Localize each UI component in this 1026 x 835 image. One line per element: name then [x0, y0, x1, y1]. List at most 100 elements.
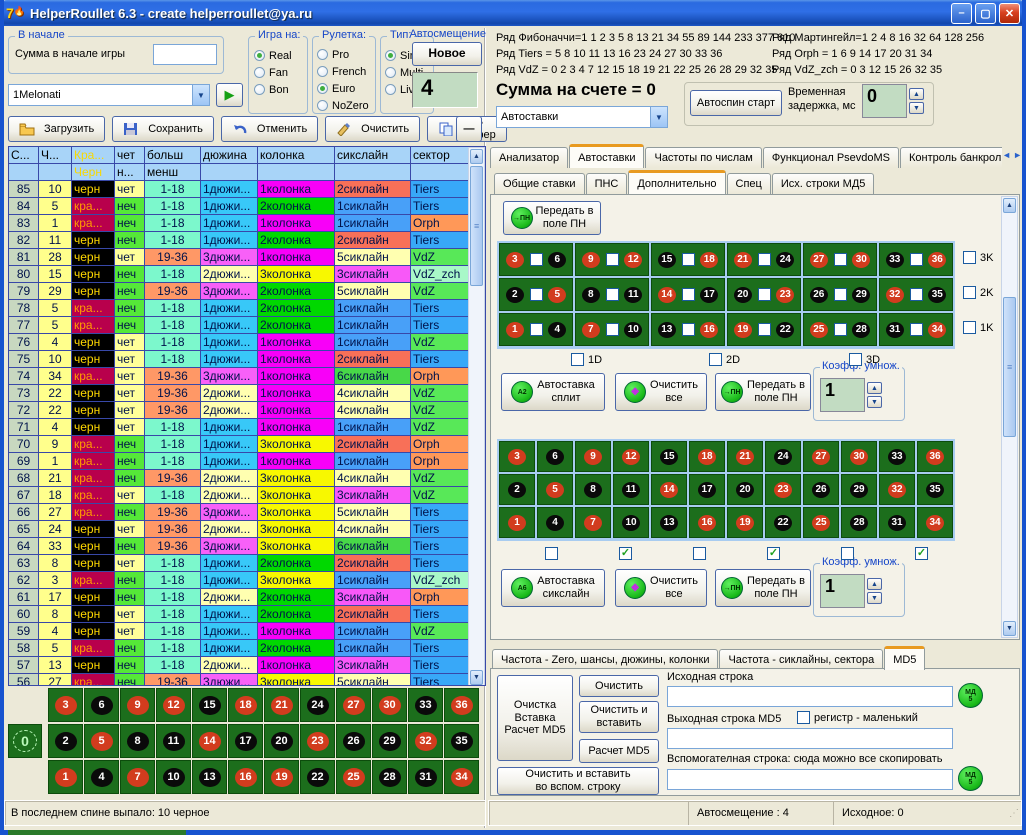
sixline-check-1[interactable] [545, 547, 558, 560]
table-scroll-thumb[interactable] [470, 166, 483, 286]
column-header[interactable]: колонка [258, 147, 335, 164]
board-cell-34[interactable]: 34 [444, 760, 479, 794]
split-checkbox-19-22[interactable] [758, 323, 771, 336]
panel-scroll-thumb[interactable] [1003, 297, 1016, 437]
board-cell-zero[interactable]: 0 [8, 724, 42, 758]
board-cell-1[interactable]: 1 [48, 760, 83, 794]
column-header[interactable]: сикслайн [335, 147, 411, 164]
отменить-button[interactable]: Отменить [221, 116, 318, 142]
board-cell-14[interactable]: 14 [192, 724, 227, 758]
subtab-спец[interactable]: Спец [727, 173, 771, 194]
game-option-bon[interactable]: Bon [254, 81, 292, 98]
table-row[interactable]: 623кра...неч1-181дюжи...3колонка1сиклайн… [9, 572, 485, 589]
autospin-start-button[interactable]: Автоспин старт [690, 90, 782, 116]
tab-scroll-left-icon[interactable]: ◄ [1002, 150, 1011, 160]
table-row[interactable]: 775кра...неч1-181дюжи...2колонка1сиклайн… [9, 317, 485, 334]
md5-big-button[interactable]: Очистка Вставка Расчет MD5 [497, 675, 573, 761]
checkbox[interactable]: ✓ [619, 547, 632, 560]
checkbox[interactable] [545, 547, 558, 560]
sixline-check-2[interactable]: ✓ [619, 547, 632, 560]
md5-clear-paste-button[interactable]: Очистить и вставить [579, 701, 659, 733]
board-cell-28[interactable]: 28 [372, 760, 407, 794]
column-header[interactable] [9, 164, 39, 181]
board-cell-32[interactable]: 32 [408, 724, 443, 758]
subtab-исх-строки-мд5[interactable]: Исх. строки МД5 [772, 173, 875, 194]
side-check-2k[interactable]: 2K [963, 286, 993, 299]
chevron-down-icon[interactable]: ▼ [192, 85, 209, 105]
split-checkbox-31-34[interactable] [910, 323, 923, 336]
split-checkbox-26-29[interactable] [834, 288, 847, 301]
board-cell-20[interactable]: 20 [264, 724, 299, 758]
column-header[interactable]: Кра... [72, 147, 115, 164]
minimize-button[interactable]: – [951, 3, 972, 24]
tab-функционал-psevdoms[interactable]: Функционал PsevdoMS [763, 147, 899, 168]
board-cell-29[interactable]: 29 [372, 724, 407, 758]
scroll-up-icon[interactable]: ▲ [1003, 198, 1016, 213]
table-row[interactable]: 709кра...неч1-181дюжи...3колонка2сиклайн… [9, 436, 485, 453]
clear-all-button[interactable]: ◆Очистить все [615, 569, 707, 607]
table-row[interactable]: 8211черннеч1-181дюжи...2колонка2сиклайнT… [9, 232, 485, 249]
roulette-option-french[interactable]: French [317, 63, 369, 80]
panel-scrollbar[interactable]: ▲ ▼ [1001, 196, 1018, 638]
transfer-pn-button-top[interactable]: →ПН Передать в поле ПН [503, 201, 601, 235]
spin-up-icon[interactable]: ▲ [867, 382, 882, 394]
sixline-check-6[interactable]: ✓ [915, 547, 928, 560]
new-offset-button[interactable]: Новое [412, 42, 482, 66]
board-cell-11[interactable]: 11 [156, 724, 191, 758]
column-header[interactable]: Черн [72, 164, 115, 181]
checkbox[interactable] [571, 353, 584, 366]
board-cell-12[interactable]: 12 [156, 688, 191, 722]
koef1-spinner[interactable]: 1 ▲▼ [820, 378, 882, 412]
board-cell-6[interactable]: 6 [84, 688, 119, 722]
spin-down-icon[interactable]: ▼ [867, 592, 882, 604]
delay-spinner[interactable]: 0 ▲▼ [862, 84, 924, 118]
checkbox[interactable] [963, 286, 976, 299]
md5-icon[interactable]: МД 5 [958, 683, 983, 708]
subtab-общие-ставки[interactable]: Общие ставки [494, 173, 585, 194]
table-row[interactable]: 7222чернчет19-362дюжи...1колонка4сиклайн… [9, 402, 485, 419]
checkbox[interactable] [963, 251, 976, 264]
table-row[interactable]: 8510чернчет1-181дюжи...1колонка2сиклайнT… [9, 181, 485, 198]
board-cell-22[interactable]: 22 [300, 760, 335, 794]
table-row[interactable]: 6821кра...неч19-362дюжи...3колонка4сикла… [9, 470, 485, 487]
column-header[interactable] [258, 164, 335, 181]
checkbox[interactable] [841, 547, 854, 560]
table-row[interactable]: 691кра...неч1-181дюжи...1колонка1сиклайн… [9, 453, 485, 470]
board-cell-23[interactable]: 23 [300, 724, 335, 758]
split-checkbox-9-12[interactable] [606, 253, 619, 266]
column-header[interactable]: дюжина [201, 147, 258, 164]
table-row[interactable]: 6627кра...неч19-363дюжи...3колонка5сикла… [9, 504, 485, 521]
board-cell-8[interactable]: 8 [120, 724, 155, 758]
checkbox[interactable] [849, 353, 862, 366]
split-checkbox-13-16[interactable] [682, 323, 695, 336]
split-checkbox-2-5[interactable] [530, 288, 543, 301]
spin-down-icon[interactable]: ▼ [909, 102, 924, 114]
split-checkbox-32-35[interactable] [910, 288, 923, 301]
column-header[interactable] [39, 164, 72, 181]
column-header[interactable]: н... [115, 164, 145, 181]
board-cell-5[interactable]: 5 [84, 724, 119, 758]
table-row[interactable]: 7434кра...чет19-363дюжи...1колонка6сикла… [9, 368, 485, 385]
table-row[interactable]: 7322чернчет19-362дюжи...1колонка4сиклайн… [9, 385, 485, 402]
game-option-fan[interactable]: Fan [254, 64, 292, 81]
scroll-down-icon[interactable]: ▼ [470, 670, 483, 685]
profile-select[interactable]: 1Melonati ▼ [8, 84, 210, 106]
start-sum-input[interactable] [153, 44, 217, 65]
roulette-option-euro[interactable]: Euro [317, 80, 369, 97]
board-cell-16[interactable]: 16 [228, 760, 263, 794]
сохранить-button[interactable]: Сохранить [112, 116, 214, 142]
board-cell-24[interactable]: 24 [300, 688, 335, 722]
maximize-button[interactable]: ▢ [975, 3, 996, 24]
koef2-spinner[interactable]: 1 ▲▼ [820, 574, 882, 608]
split-checkbox-15-18[interactable] [682, 253, 695, 266]
checkbox[interactable] [963, 321, 976, 334]
board-cell-26[interactable]: 26 [336, 724, 371, 758]
board-cell-3[interactable]: 3 [48, 688, 83, 722]
table-row[interactable]: 831кра...неч1-181дюжи...1колонка1сиклайн… [9, 215, 485, 232]
table-row[interactable]: 7929черннеч19-363дюжи...2колонка5сиклайн… [9, 283, 485, 300]
freq-tab-частота-zero-шансы-дюжины-колонки[interactable]: Частота - Zero, шансы, дюжины, колонки [492, 649, 718, 670]
table-row[interactable]: 845кра...неч1-181дюжи...2колонка1сиклайн… [9, 198, 485, 215]
column-header[interactable]: менш [145, 164, 201, 181]
side-check-1k[interactable]: 1K [963, 321, 993, 334]
spin-up-icon[interactable]: ▲ [909, 88, 924, 100]
